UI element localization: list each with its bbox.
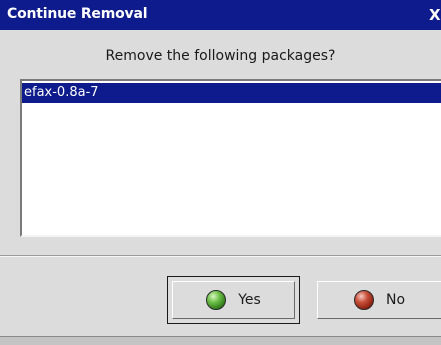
- yes-button[interactable]: Yes: [172, 281, 295, 319]
- window-bottom-edge: [0, 336, 441, 345]
- window-title: Continue Removal: [7, 6, 148, 22]
- separator: [0, 255, 441, 257]
- red-orb-icon: [353, 290, 374, 310]
- title-bar[interactable]: Continue Removal X: [0, 0, 441, 30]
- dialog-prompt: Remove the following packages?: [105, 48, 336, 64]
- package-list[interactable]: efax-0.8a-7: [20, 79, 441, 237]
- no-button[interactable]: No: [317, 281, 441, 319]
- continue-removal-dialog: Continue Removal X Remove the following …: [0, 0, 441, 345]
- green-orb-icon: [206, 290, 227, 310]
- yes-button-label: Yes: [238, 292, 261, 308]
- close-icon[interactable]: X: [429, 6, 441, 26]
- list-item[interactable]: efax-0.8a-7: [22, 83, 441, 103]
- no-button-label: No: [385, 292, 406, 308]
